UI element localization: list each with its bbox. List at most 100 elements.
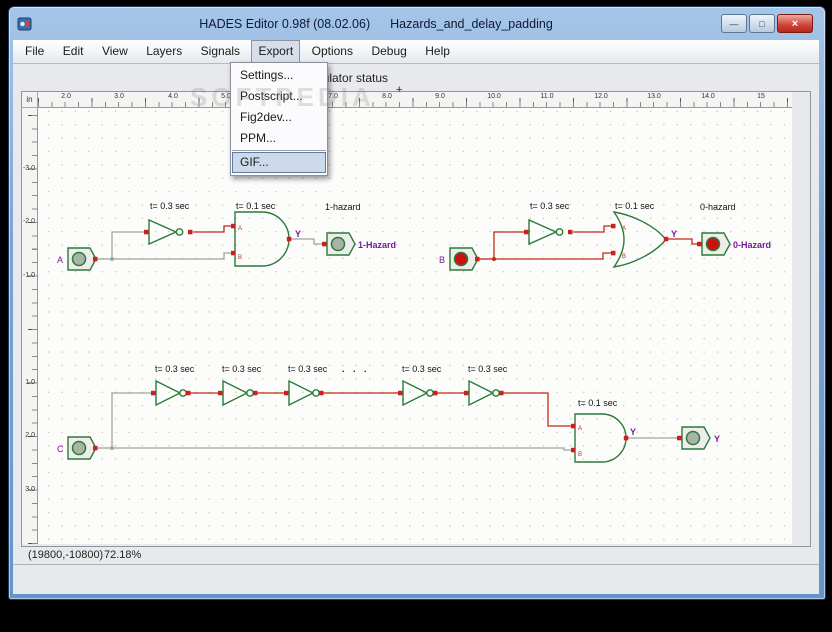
menu-item-postscript[interactable]: Postscript...: [232, 86, 326, 107]
and-gate[interactable]: A B: [571, 413, 629, 463]
maximize-icon: □: [759, 18, 765, 29]
pin-label-a: A: [238, 226, 242, 232]
ruler-label: 10.0: [487, 93, 501, 100]
inverter-gate[interactable]: [398, 379, 438, 407]
minimize-button[interactable]: —: [721, 14, 747, 33]
delay-label: t= 0.3 sec: [150, 201, 190, 211]
delay-label: t= 0.3 sec: [468, 364, 508, 374]
ruler-label: 3.0: [114, 93, 124, 100]
signal-name-1hazard: 1-Hazard: [358, 240, 396, 250]
export-menu: Settings... Postscript... Fig2dev... PPM…: [230, 62, 328, 176]
ruler-unit: in: [22, 92, 38, 108]
inverter-gate[interactable]: [284, 379, 324, 407]
menu-separator: [232, 150, 326, 151]
window-title-app: HADES Editor 0.98f (08.02.06): [199, 16, 371, 31]
signal-label-b: B: [439, 255, 445, 265]
ruler-label: 15: [757, 93, 765, 100]
ruler-label: 8.0: [382, 93, 392, 100]
ruler-left: -3.0 -2.0 -1.0 1.0 2.0 3.0: [22, 108, 38, 544]
close-icon: ×: [791, 17, 799, 30]
input-switch-a[interactable]: [67, 247, 98, 271]
signal-name-y: Y: [714, 434, 720, 444]
signal-label-y: Y: [630, 427, 636, 437]
ruler-top: 2.0 3.0 4.0 5.0 6.0 7.0 8.0 9.0 10.0 11.…: [38, 92, 792, 108]
ruler-label: 1.0: [25, 379, 35, 386]
inverter-gate[interactable]: [151, 379, 191, 407]
delay-label: t= 0.3 sec: [222, 364, 262, 374]
ruler-label: 2.0: [25, 432, 35, 439]
menu-options[interactable]: Options: [305, 40, 360, 63]
zoom-level: 72.18%: [104, 549, 142, 561]
delay-label: t= 0.1 sec: [615, 201, 655, 211]
menu-file[interactable]: File: [18, 40, 51, 63]
pin-label-b: B: [578, 452, 582, 458]
menu-view[interactable]: View: [95, 40, 135, 63]
ruler-label: 11.0: [540, 93, 554, 100]
ruler-label: -1.0: [22, 272, 35, 279]
window-icon: [17, 17, 32, 30]
menu-edit[interactable]: Edit: [56, 40, 91, 63]
ellipsis-label: . . .: [342, 364, 370, 374]
and-gate[interactable]: A B: [231, 211, 292, 267]
delay-label: t= 0.3 sec: [530, 201, 570, 211]
signal-name-0hazard: 0-Hazard: [733, 240, 771, 250]
delay-label: t= 0.3 sec: [155, 364, 195, 374]
close-button[interactable]: ×: [777, 14, 813, 33]
delay-label: t= 0.3 sec: [288, 364, 328, 374]
menu-signals[interactable]: Signals: [194, 40, 247, 63]
menubar: File Edit View Layers Signals Export Opt…: [13, 40, 819, 64]
menu-layers[interactable]: Layers: [139, 40, 189, 63]
menu-item-gif[interactable]: GIF...: [232, 152, 326, 173]
signal-label-c: C: [57, 444, 64, 454]
output-0hazard[interactable]: [697, 232, 731, 256]
inverter-gate[interactable]: [144, 218, 193, 246]
simulation-control-bar: [13, 564, 819, 594]
signal-label-y: Y: [295, 229, 301, 239]
menu-help[interactable]: Help: [418, 40, 457, 63]
pin-label-b: B: [622, 254, 626, 260]
delay-label: t= 0.1 sec: [236, 201, 276, 211]
wires-0hazard: [479, 225, 700, 261]
ruler-label: 2.0: [61, 93, 71, 100]
crosshair-mark: +: [396, 84, 403, 96]
ruler-label: -2.0: [22, 218, 35, 225]
toolbar: [13, 64, 819, 92]
menu-item-fig2dev[interactable]: Fig2dev...: [232, 107, 326, 128]
maximize-button[interactable]: □: [749, 14, 775, 33]
ruler-label: 3.0: [25, 486, 35, 493]
wires-1hazard: [97, 225, 325, 261]
input-switch-b[interactable]: [449, 247, 480, 271]
pin-label-a: A: [578, 426, 582, 432]
window-title-doc: Hazards_and_delay_padding: [390, 16, 553, 31]
cursor-coordinates: (19800,-10800): [28, 549, 104, 561]
delay-label: t= 0.1 sec: [578, 398, 618, 408]
hazard1-title: 1-hazard: [325, 202, 361, 212]
signal-label-a: A: [57, 255, 63, 265]
output-1hazard[interactable]: [322, 232, 356, 256]
delay-label: t= 0.3 sec: [402, 364, 442, 374]
signal-label-y: Y: [671, 229, 677, 239]
hazard0-title: 0-hazard: [700, 202, 736, 212]
ruler-label: -3.0: [22, 165, 35, 172]
menu-item-settings[interactable]: Settings...: [232, 65, 326, 86]
inverter-gate[interactable]: [218, 379, 258, 407]
titlebar[interactable]: HADES Editor 0.98f (08.02.06) Hazards_and…: [9, 7, 823, 40]
inverter-gate[interactable]: [524, 218, 573, 246]
circuit-svg[interactable]: A t= 0.3 sec t= 0.1 sec A B Y 1-hazard 1…: [38, 108, 792, 544]
ruler-label: 12.0: [594, 93, 608, 100]
ruler-label: 13.0: [647, 93, 661, 100]
menu-item-ppm[interactable]: PPM...: [232, 128, 326, 149]
menu-export[interactable]: Export: [251, 40, 301, 63]
or-gate[interactable]: A B: [611, 211, 669, 268]
ruler-label: 14.0: [701, 93, 715, 100]
pin-label-b: B: [238, 255, 242, 261]
pin-label-a: A: [622, 226, 626, 232]
minimize-icon: —: [729, 18, 739, 29]
input-switch-c[interactable]: [67, 436, 98, 460]
ruler-label: 9.0: [435, 93, 445, 100]
menu-debug[interactable]: Debug: [364, 40, 413, 63]
output-y[interactable]: [677, 426, 711, 450]
inverter-gate[interactable]: [464, 379, 504, 407]
ruler-label: 4.0: [168, 93, 178, 100]
window-title: HADES Editor 0.98f (08.02.06) Hazards_and…: [33, 17, 719, 31]
